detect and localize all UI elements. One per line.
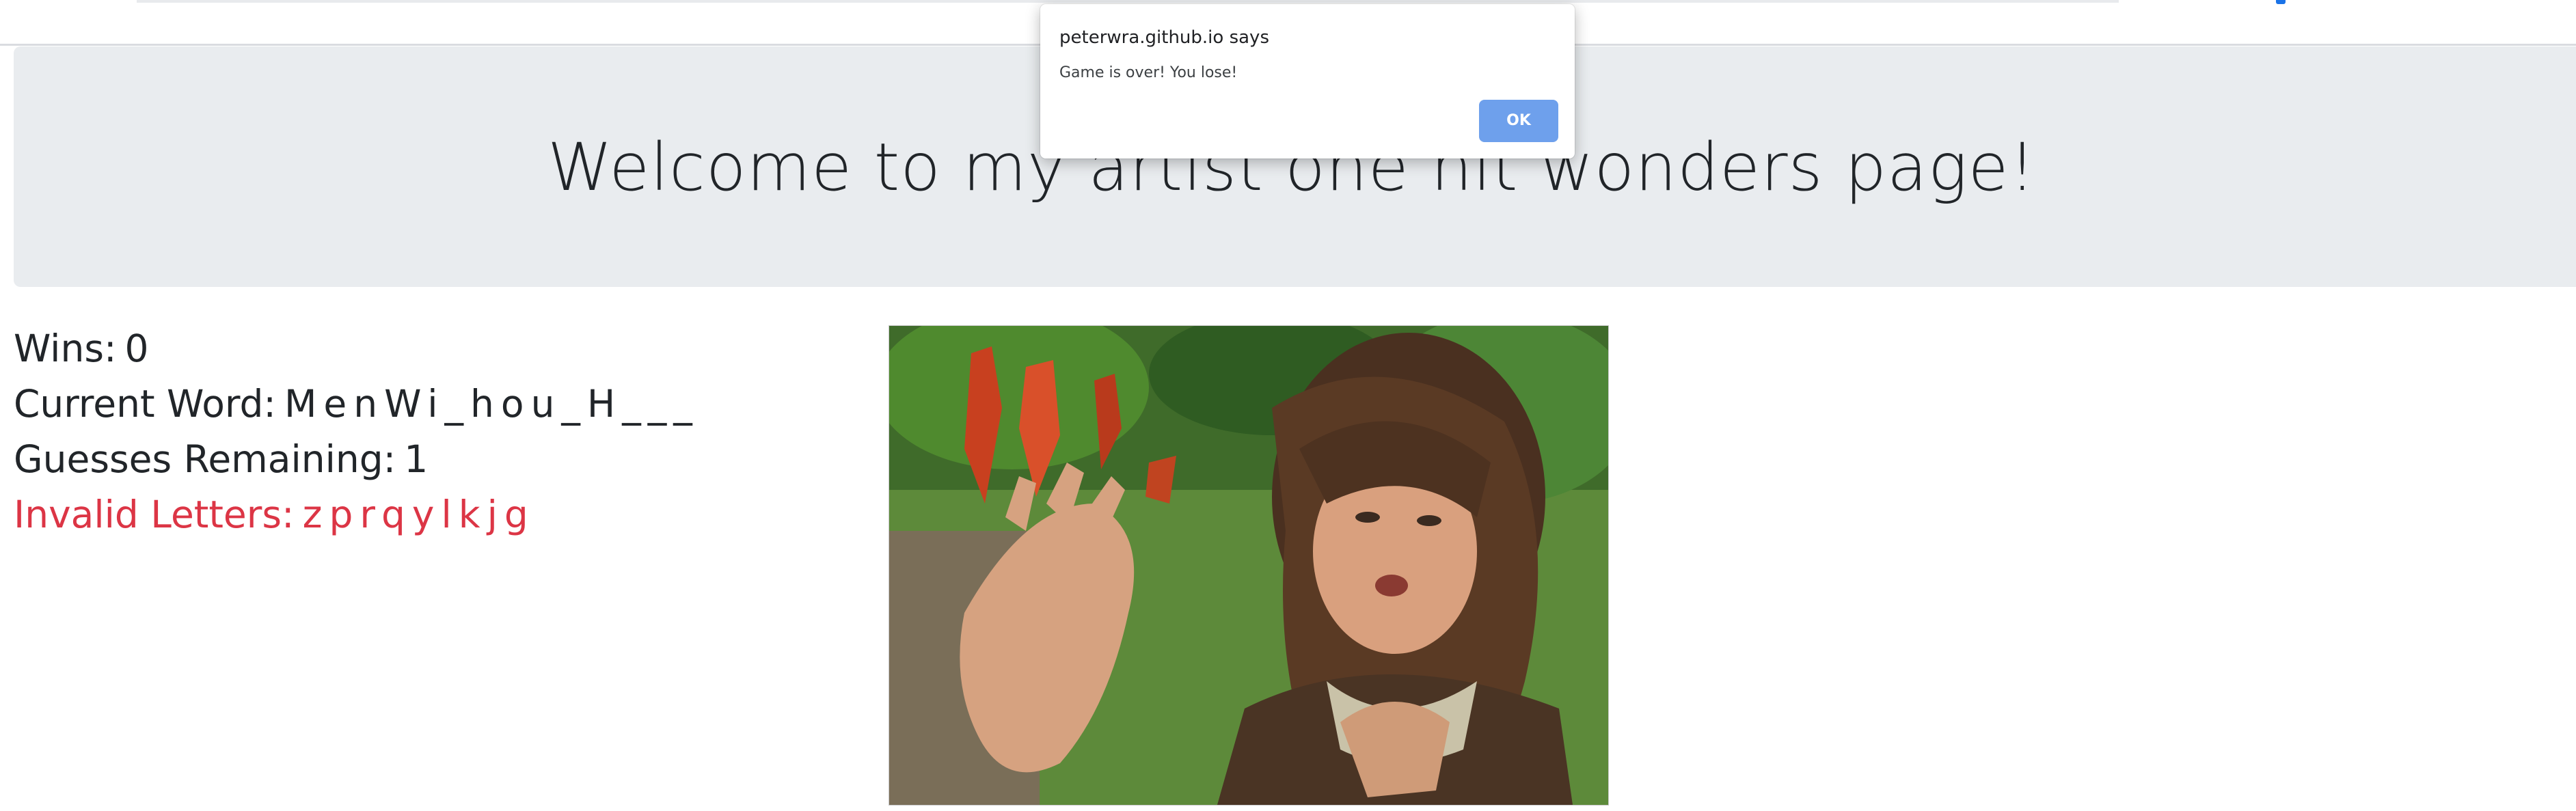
guesses-remaining-value: 1	[404, 437, 435, 481]
current-word-value: MenWi_hou_H___	[284, 382, 699, 426]
guesses-remaining-label: Guesses Remaining:	[14, 437, 396, 481]
dialog-message: Game is over! You lose!	[1059, 64, 1238, 81]
dialog-title: peterwra.github.io says	[1059, 27, 1269, 48]
artist-photo	[889, 325, 1609, 806]
address-bar-edge	[137, 0, 2119, 3]
current-word-line: Current Word: MenWi_hou_H___	[14, 376, 699, 432]
profile-indicator-icon	[2276, 0, 2286, 4]
game-stats: Wins: 0 Current Word: MenWi_hou_H___ Guess…	[14, 321, 699, 542]
invalid-letters-value: zprqylkjg	[302, 493, 535, 536]
wins-label: Wins:	[14, 327, 117, 370]
wins-value: 0	[124, 327, 156, 370]
invalid-letters-label: Invalid Letters:	[14, 493, 295, 536]
current-word-label: Current Word:	[14, 382, 276, 426]
alert-dialog: peterwra.github.io says Game is over! Yo…	[1040, 4, 1575, 159]
guesses-remaining-line: Guesses Remaining: 1	[14, 432, 699, 487]
wins-line: Wins: 0	[14, 321, 699, 376]
ok-button[interactable]: OK	[1479, 100, 1558, 142]
invalid-letters-line: Invalid Letters: zprqylkjg	[14, 487, 699, 542]
